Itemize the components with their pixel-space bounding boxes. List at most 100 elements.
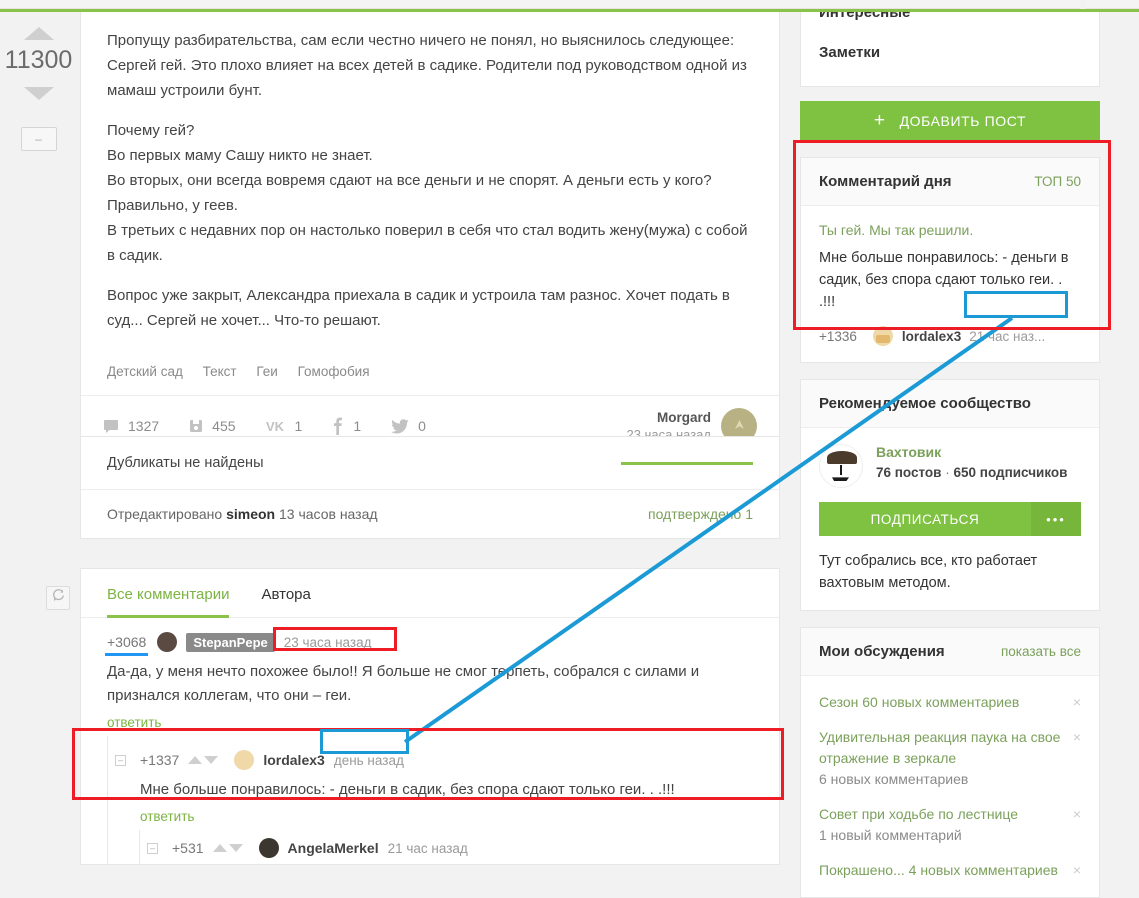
close-icon[interactable]: × [1073,727,1081,748]
discussion-count: 4 новых комментариев [908,862,1058,878]
vk-count: 1 [294,418,303,434]
avatar[interactable] [234,750,255,770]
my-discussions-header: Мои обсуждения показать все [801,628,1099,676]
top50-link[interactable]: ТОП 50 [1034,174,1081,189]
post-score: 11300 [4,46,73,74]
post-paragraph: Во вторых, они всегда вовремя сдают на в… [107,172,712,214]
comment-date[interactable]: 23 часа назад [284,635,372,650]
vk-share-stat[interactable]: VK 1 [266,418,303,434]
thread-line [139,830,140,864]
facebook-share-stat[interactable]: 1 [332,417,361,435]
community-more-button[interactable]: ••• [1031,502,1081,536]
list-item[interactable]: Сезон 60 новых комментариев × [819,692,1081,713]
upvote-arrow-icon[interactable] [23,26,54,40]
upvote-arrow-icon[interactable] [212,844,227,852]
close-icon[interactable]: × [1073,692,1081,713]
comment-reply-link[interactable]: ответить [107,715,753,730]
discussion-title[interactable]: Сезон [819,694,858,710]
edited-user[interactable]: simeon [226,506,275,522]
discussion-title[interactable]: Покрашено... [819,862,905,878]
list-item[interactable]: Совет при ходьбе по лестнице 1 новый комм… [819,804,1081,846]
comment-of-day-title: Комментарий дня [819,173,952,190]
avatar[interactable] [872,326,893,346]
tag-link[interactable]: Детский сад [107,364,183,379]
collapse-thread-button[interactable]: – [147,842,158,854]
downvote-arrow-icon[interactable] [228,844,243,852]
comment-item: +3068 StepanPepe 23 часа назад Да-да, у … [81,618,779,736]
show-all-link[interactable]: показать все [1001,644,1081,659]
close-icon[interactable]: × [1073,860,1081,881]
tag-link[interactable]: Гомофобия [298,364,370,379]
subscribe-button[interactable]: ПОДПИСАТЬСЯ [819,502,1031,536]
tab-author-comments[interactable]: Автора [261,569,310,617]
save-count: 455 [212,418,236,434]
comment-vote-buttons[interactable] [187,756,219,764]
comment-score: +3068 [104,634,149,656]
comment-author-name[interactable]: lordalex3 [263,752,324,768]
comment-author-name[interactable]: StepanPepe [186,632,275,652]
comment-of-day-user[interactable]: lordalex3 [902,329,961,344]
comment-text: Да-да, у меня нечто похожее было!! Я бол… [107,663,700,704]
edited-row: Отредактировано simeon 13 часов назад по… [81,490,779,538]
avatar[interactable] [157,632,178,652]
post-paragraph: Почему гей? [107,122,195,139]
tab-all-comments[interactable]: Все комментарии [107,569,230,618]
comment-reply-link[interactable]: ответить [140,809,753,824]
top-progress-strip [0,0,1139,13]
thread-line [107,830,108,864]
comment-vote-buttons[interactable] [212,844,244,852]
confirmed-label[interactable]: подтверждено 1 [648,506,753,522]
my-discussions-card: Мои обсуждения показать все Сезон 60 нов… [800,627,1100,898]
discussion-title[interactable]: Совет при ходьбе по лестнице [819,806,1018,822]
twitter-icon [391,418,409,434]
discussion-text[interactable]: Удивительная реакция паука на свое отраж… [819,727,1073,790]
downvote-arrow-icon[interactable] [204,756,219,764]
notes-cut-label[interactable]: Интересные [819,12,910,21]
community-posts-count: 76 постов [876,465,942,480]
comment-of-day-post-title[interactable]: Ты гей. Мы так решили. [819,222,1081,238]
list-item[interactable]: Покрашено... 4 новых комментариев × [819,860,1081,881]
comment-of-day-date[interactable]: 21 час наз... [969,329,1045,344]
post-paragraph: Пропущу разбирательства, сам если честно… [107,32,747,99]
twitter-share-stat[interactable]: 0 [391,418,426,434]
duplicates-row: Дубликаты не найдены [81,437,779,490]
comment-date[interactable]: 21 час назад [388,841,468,856]
save-stat[interactable]: 455 [189,418,236,434]
comment-score: +1337 [140,752,180,768]
comment-score: +531 [172,840,204,856]
avatar-art [840,465,842,475]
add-post-button[interactable]: + ДОБАВИТЬ ПОСТ [800,101,1100,141]
comments-count: 1327 [128,418,160,434]
discussion-text[interactable]: Сезон 60 новых комментариев [819,692,1073,713]
main-content-column: Пропущу разбирательства, сам если честно… [46,12,790,865]
close-icon[interactable]: × [1073,804,1081,825]
sidebar-item-notes[interactable]: Заметки [819,44,880,61]
comments-stat[interactable]: 1327 [103,418,159,434]
discussion-title[interactable]: Удивительная реакция паука на свое отраж… [819,729,1060,766]
avatar[interactable] [258,838,279,858]
subscribe-row: ПОДПИСАТЬСЯ ••• [819,502,1081,536]
community-avatar[interactable] [819,444,863,488]
post-author-name[interactable]: Morgard [627,409,711,426]
discussion-text[interactable]: Покрашено... 4 новых комментариев [819,860,1073,881]
community-name[interactable]: Вахтовик [876,444,1081,460]
upvote-arrow-icon[interactable] [188,756,203,764]
collapse-thread-button[interactable]: – [115,754,126,766]
comment-of-day-body: Ты гей. Мы так решили. Мне больше понрав… [801,206,1099,362]
tag-link[interactable]: Геи [256,364,277,379]
list-item[interactable]: Удивительная реакция паука на свое отраж… [819,727,1081,790]
browser-tab-strip-left [0,0,1080,9]
edited-suffix: 13 часов назад [279,506,378,522]
comment-of-day-text: Мне больше понравилось: - деньги в садик… [819,250,1069,310]
comment-date[interactable]: день назад [334,753,404,768]
community-subscribers-count: 650 подписчиков [953,465,1068,480]
notes-card: Интересные Заметки [800,12,1100,87]
tag-link[interactable]: Текст [203,364,237,379]
collapse-post-button[interactable]: – [20,127,57,151]
discussion-text[interactable]: Совет при ходьбе по лестнице 1 новый комм… [819,804,1073,846]
refresh-comments-button[interactable] [46,586,70,610]
comment-author-name[interactable]: AngelaMerkel [288,840,379,856]
comment-of-day-score: +1336 [819,328,857,344]
save-icon [189,418,203,434]
downvote-arrow-icon[interactable] [23,87,54,101]
